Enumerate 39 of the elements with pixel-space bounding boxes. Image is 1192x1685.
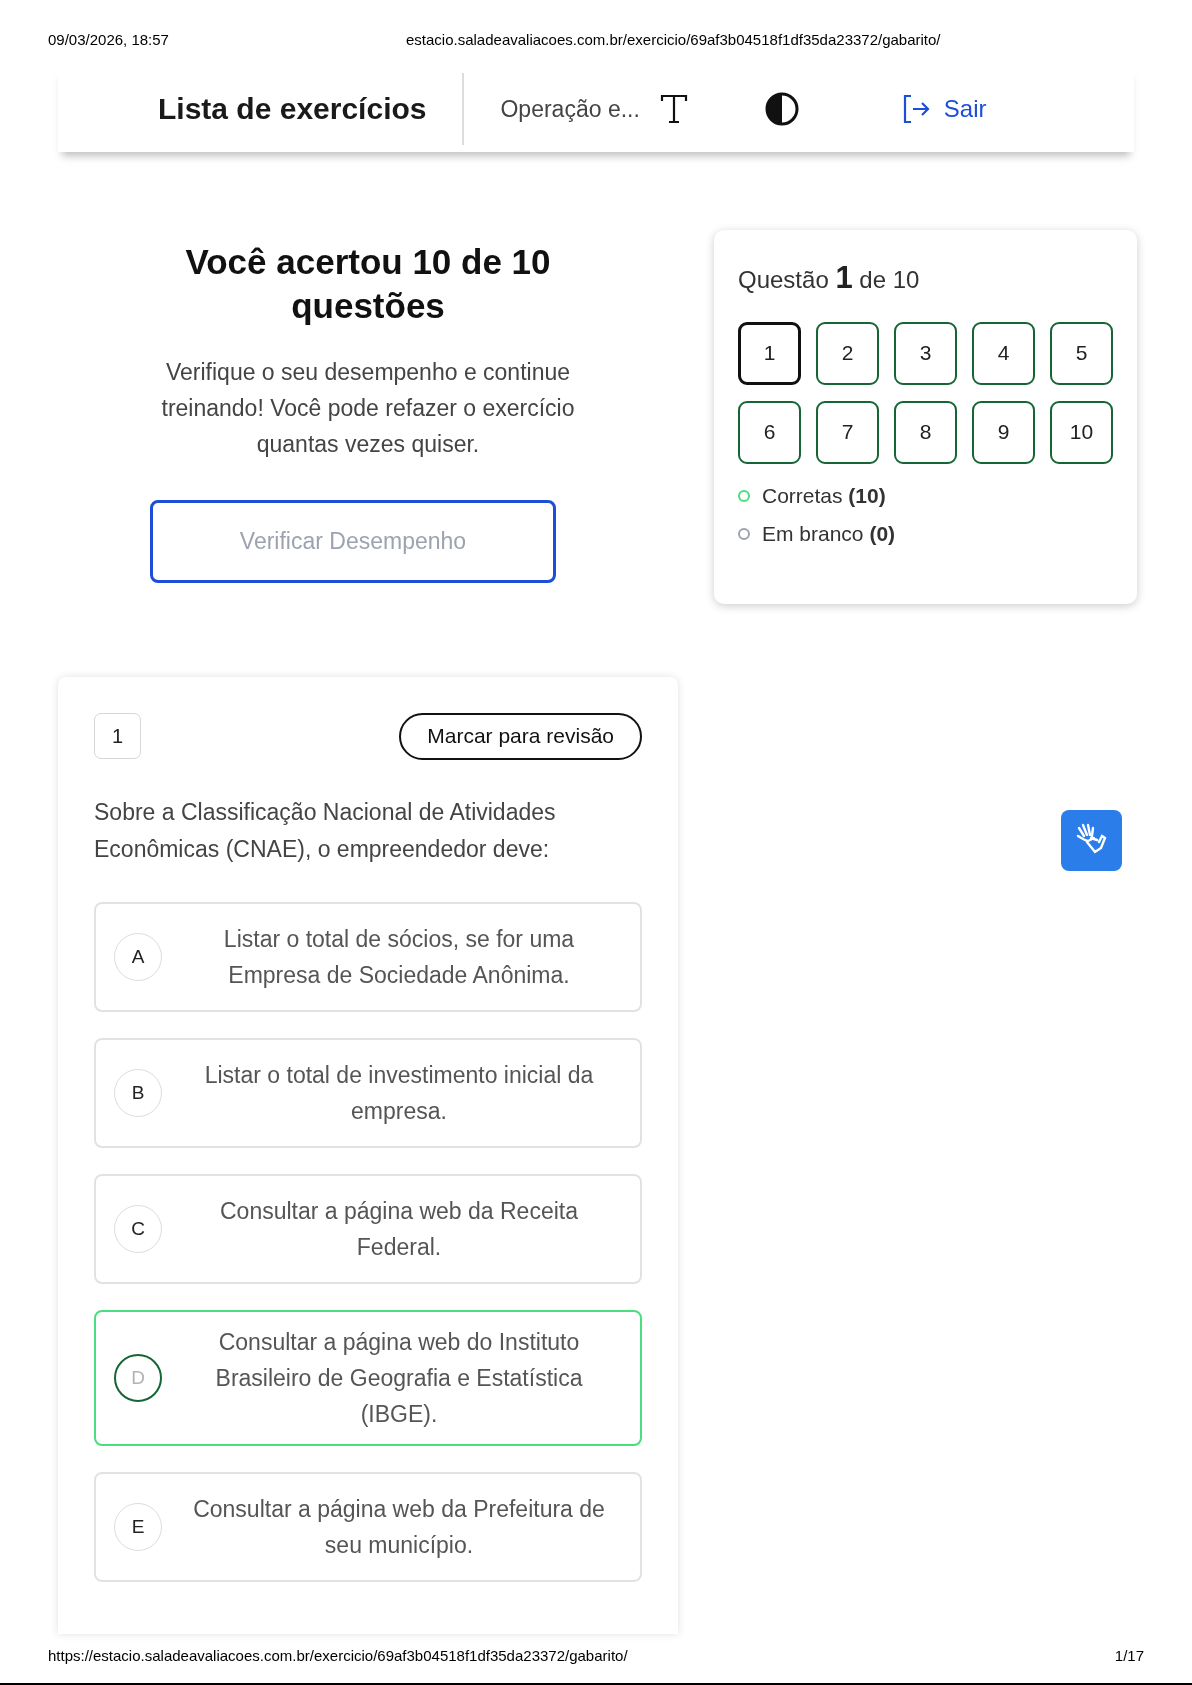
question-button[interactable]: 3 (894, 321, 957, 385)
option-text: Listar o total de investimento inicial da empresa. (203, 1060, 595, 1126)
legend-label: Corretas (10) (762, 483, 886, 508)
contrast-icon[interactable] (763, 91, 800, 128)
question-counter: Questão 1 de 10 (738, 259, 921, 296)
question-button[interactable]: 7 (816, 400, 879, 464)
option-letter: D (114, 1353, 162, 1402)
question-number: 1 (94, 713, 141, 760)
logout-link[interactable]: Sair (899, 93, 987, 126)
result-message: Verifique o seu desempenho e continue treinando! Você pode refazer o exercício quantas vezes quiser. (160, 357, 576, 459)
option-text: Consultar a página web da Prefeitura de seu município. (192, 1494, 606, 1560)
question-button[interactable]: 9 (972, 400, 1035, 464)
print-url: https://estacio.saladeavaliacoes.com.br/exercicio/69af3b04518f1df35da23372/gabarito/ (48, 1646, 628, 1664)
answer-option[interactable]: C Consultar a página web da Receita Federal. (94, 1173, 642, 1284)
question-button[interactable]: 6 (738, 400, 801, 464)
print-url: estacio.saladeavaliacoes.com.br/exercicio/69af3b04518f1df35da23372/gabarito/ (406, 30, 941, 48)
mark-for-review-button[interactable]: Marcar para revisão (399, 712, 642, 760)
question-button[interactable]: 1 (738, 321, 801, 385)
sign-language-button[interactable] (1061, 809, 1122, 871)
answer-option[interactable]: B Listar o total de investimento inicial da empresa. (94, 1037, 642, 1148)
exercise-subtitle: Operação e... (500, 95, 640, 123)
answer-option[interactable]: D Consultar a página web do Instituto Brasileiro de Geografia e Estatística (IBGE). (94, 1309, 642, 1446)
question-button[interactable]: 4 (972, 321, 1035, 385)
page-number: 1/17 (1114, 1646, 1144, 1664)
text-size-icon[interactable] (659, 94, 688, 125)
question-button[interactable]: 2 (816, 321, 879, 385)
option-text: Consultar a página web do Instituto Brasileiro de Geografia e Estatística (IBGE). (214, 1327, 584, 1429)
question-button[interactable]: 5 (1050, 321, 1113, 385)
question-button[interactable]: 8 (894, 400, 957, 464)
question-text: Sobre a Classificação Nacional de Atividades Econômicas (CNAE), o empreendedor deve: (94, 797, 557, 864)
option-text: Consultar a página web da Receita Federal. (219, 1196, 579, 1262)
legend-label: Em branco (0) (762, 521, 896, 546)
answer-option[interactable]: A Listar o total de sócios, se for uma Empresa de Sociedade Anônima. (94, 901, 642, 1012)
question-button[interactable]: 10 (1050, 400, 1113, 464)
option-text: Listar o total de sócios, se for uma Empresa de Sociedade Anônima. (222, 924, 576, 990)
answer-option[interactable]: E Consultar a página web da Prefeitura de seu município. (94, 1471, 642, 1582)
result-title: Você acertou 10 de 10 questões (184, 240, 552, 327)
print-date: 09/03/2026, 18:57 (48, 30, 170, 48)
page-title: Lista de exercícios (158, 92, 427, 127)
